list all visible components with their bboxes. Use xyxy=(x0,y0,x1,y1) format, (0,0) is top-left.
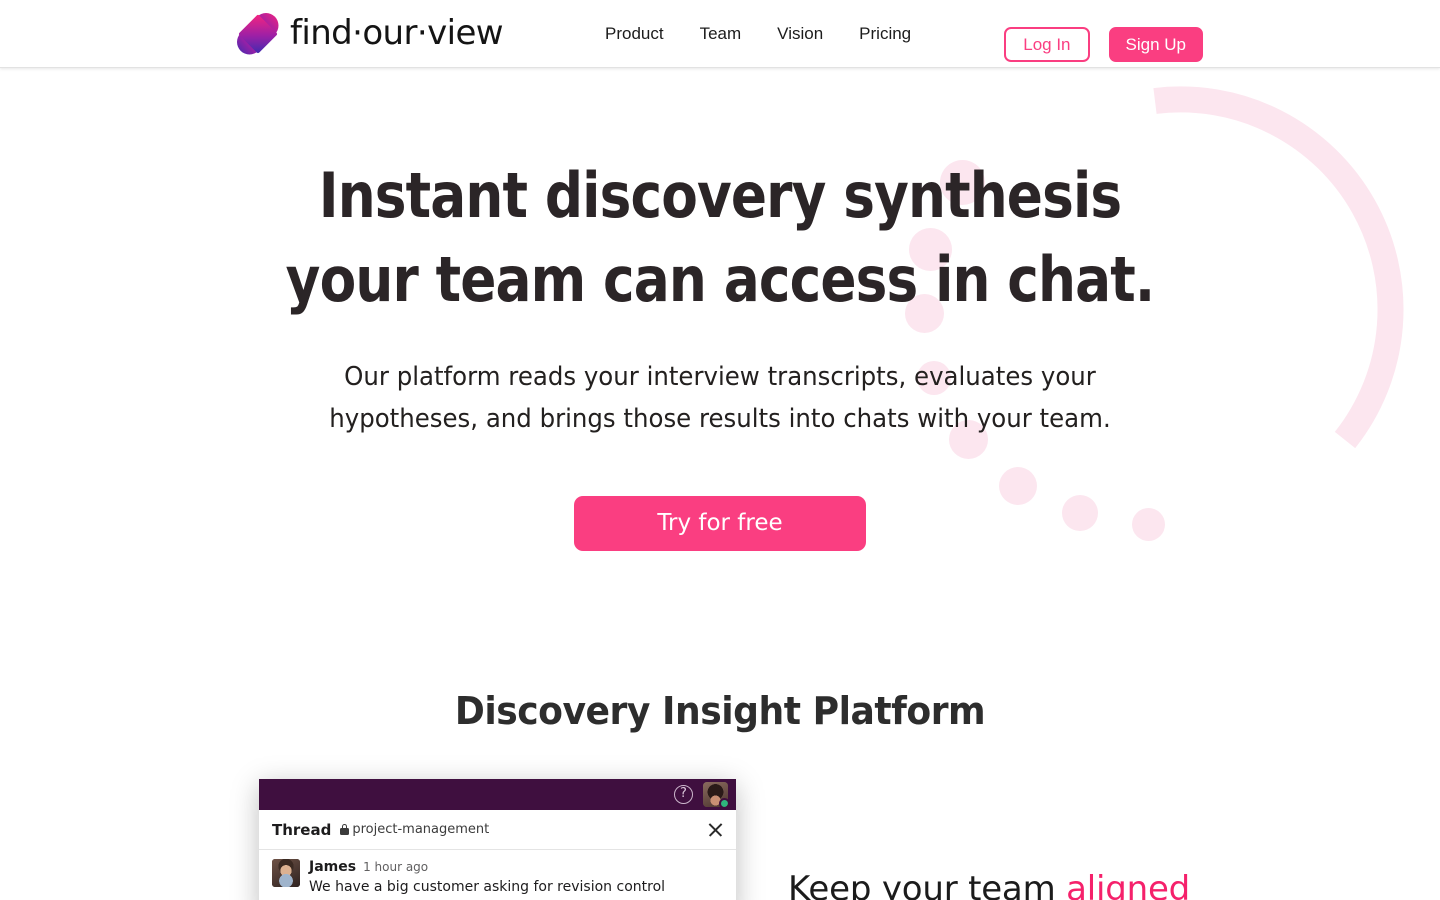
platform-copy-heading: Keep your team aligned with xyxy=(788,866,1208,900)
thread-header: Thread project-management xyxy=(259,810,736,850)
nav-item-vision[interactable]: Vision xyxy=(759,0,841,68)
avatar-image xyxy=(272,859,300,887)
chat-topbar: ? xyxy=(259,779,736,810)
nav-item-pricing[interactable]: Pricing xyxy=(841,0,929,68)
hero-subtitle-line-2: hypotheses, and brings those results int… xyxy=(329,404,1111,434)
avatar[interactable] xyxy=(703,782,728,807)
message-header: James 1 hour ago xyxy=(309,859,723,875)
nav-item-product[interactable]: Product xyxy=(600,0,682,68)
channel-name: project-management xyxy=(352,822,490,837)
thread-label: Thread xyxy=(272,820,332,839)
message-timestamp: 1 hour ago xyxy=(363,860,429,874)
presence-online-icon xyxy=(719,798,728,807)
header-actions: Log In Sign Up xyxy=(1004,27,1203,62)
message-author: James xyxy=(309,859,357,875)
platform-section: Discovery Insight Platform ? Thread proj… xyxy=(0,688,1440,900)
hero-subtitle: Our platform reads your interview transc… xyxy=(43,356,1397,440)
section-title: Discovery Insight Platform xyxy=(454,689,986,733)
hero-section: Instant discovery synthesis your team ca… xyxy=(0,68,1440,551)
platform-copy: Keep your team aligned with xyxy=(788,866,1208,900)
question-circle-icon[interactable]: ? xyxy=(674,785,693,804)
sign-up-button[interactable]: Sign Up xyxy=(1108,27,1203,62)
message-avatar[interactable] xyxy=(272,859,300,887)
hero-title-line-1: Instant discovery synthesis xyxy=(318,159,1122,232)
message-body: James 1 hour ago We have a big customer … xyxy=(309,859,723,900)
hero-cta-wrapper: Try for free xyxy=(0,496,1440,551)
hero-title-line-2: your team can access in chat. xyxy=(285,243,1155,316)
nav-item-team[interactable]: Team xyxy=(682,0,760,68)
hero-subtitle-line-1: Our platform reads your interview transc… xyxy=(344,362,1096,392)
page-root: find·our·view Product Team Vision Pricin… xyxy=(0,0,1440,900)
logo[interactable]: find·our·view xyxy=(232,8,504,60)
copy-text-accent: aligned xyxy=(1066,869,1191,900)
logo-mark-icon xyxy=(232,8,284,60)
main-nav: Product Team Vision Pricing xyxy=(600,0,929,68)
message-text: We have a big customer asking for revisi… xyxy=(309,879,666,900)
log-in-button[interactable]: Log In xyxy=(1004,27,1090,62)
lock-icon xyxy=(340,824,350,835)
message-row: James 1 hour ago We have a big customer … xyxy=(259,850,736,900)
copy-text-before: Keep your team xyxy=(788,869,1067,900)
chat-mockup: ? Thread project-management James 1 hour… xyxy=(259,779,736,900)
logo-wordmark: find·our·view xyxy=(290,13,504,53)
page-title: Instant discovery synthesis your team ca… xyxy=(101,154,1339,322)
try-for-free-button[interactable]: Try for free xyxy=(574,496,866,551)
close-icon[interactable] xyxy=(707,821,724,838)
site-header: find·our·view Product Team Vision Pricin… xyxy=(0,0,1440,68)
